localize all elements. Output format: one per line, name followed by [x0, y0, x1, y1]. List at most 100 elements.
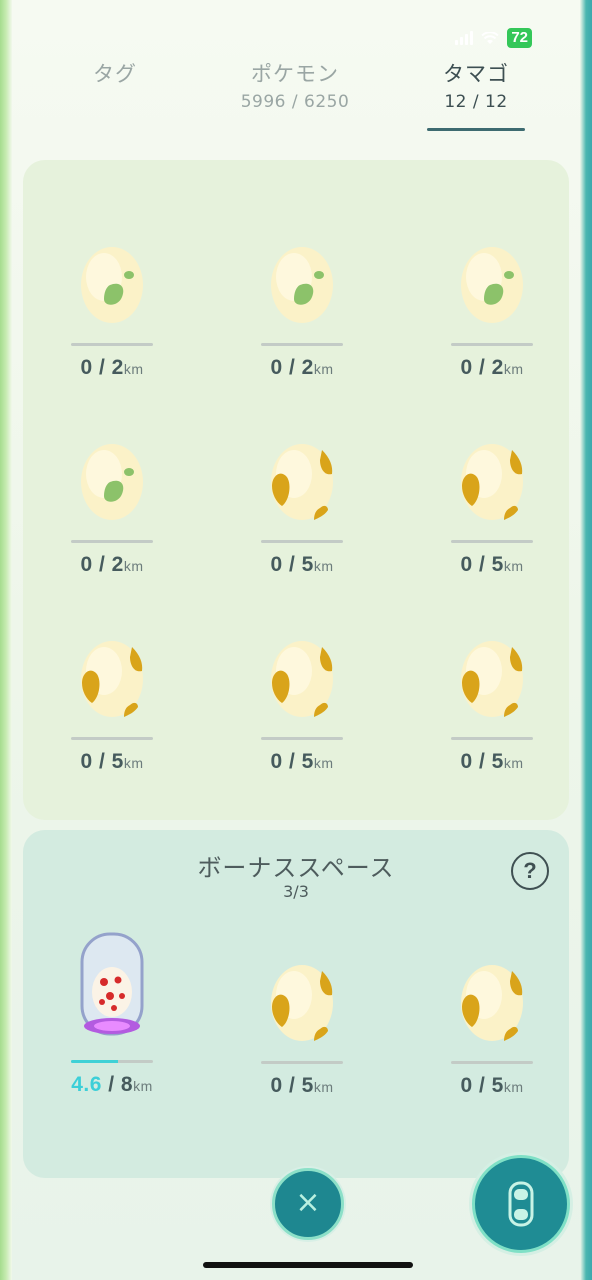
egg-distance: 0 / 2km — [80, 356, 144, 379]
battery-indicator: 72 — [507, 28, 532, 48]
egg-slot[interactable]: 0 / 5km — [432, 963, 552, 1098]
tab-label: タマゴ — [443, 62, 509, 86]
distance-required: 5 — [491, 553, 504, 576]
distance-unit: km — [313, 361, 334, 377]
hatch-progress-bar — [71, 1060, 153, 1063]
distance-required: 5 — [301, 750, 314, 773]
distance-required: 5 — [301, 553, 314, 576]
hatch-progress-fill — [71, 1060, 119, 1063]
tab-eggs[interactable]: タマゴ 12 / 12 — [386, 58, 566, 112]
egg-distance: 0 / 5km — [460, 1074, 524, 1097]
distance-unit: km — [503, 1079, 524, 1095]
egg-grid-panel: 0 / 2km 0 / 2km 0 / 2km 0 / 2km 0 / 5km 0 / 5… — [23, 160, 569, 820]
distance-walked: 0 — [80, 553, 93, 576]
egg-slot[interactable]: 0 / 2km — [242, 245, 362, 380]
distance-unit: km — [123, 361, 144, 377]
distance-required: 8 — [120, 1073, 134, 1096]
distance-required: 5 — [491, 1074, 504, 1097]
distance-walked: 0 — [80, 356, 93, 379]
cellular-signal-icon — [455, 31, 474, 45]
egg-distance: 0 / 5km — [460, 750, 524, 773]
distance-required: 5 — [491, 750, 504, 773]
egg-distance: 0 / 5km — [80, 750, 144, 773]
hatch-progress-bar — [71, 737, 153, 740]
home-indicator — [203, 1262, 413, 1268]
distance-walked: 0 — [460, 750, 473, 773]
egg-slot[interactable]: 0 / 2km — [52, 442, 172, 577]
distance-walked: 4.6 — [71, 1073, 102, 1096]
egg-image — [432, 639, 552, 729]
egg-slot[interactable]: 4.6 / 8km — [52, 930, 172, 1097]
egg-image — [52, 442, 172, 532]
tab-tags[interactable]: タグ — [25, 58, 205, 88]
distance-required: 2 — [111, 553, 124, 576]
distance-unit: km — [313, 558, 334, 574]
hatch-progress-bar — [71, 343, 153, 346]
tab-bar: タグ ポケモン 5996 / 6250 タマゴ 12 / 12 — [12, 58, 580, 138]
status-bar: 72 — [455, 28, 532, 48]
distance-required: 5 — [301, 1074, 314, 1097]
egg-image — [242, 245, 362, 335]
egg-distance: 0 / 2km — [460, 356, 524, 379]
distance-walked: 0 — [270, 356, 283, 379]
distance-required: 2 — [111, 356, 124, 379]
egg-slot[interactable]: 0 / 5km — [242, 963, 362, 1098]
distance-walked: 0 — [270, 553, 283, 576]
egg-slot[interactable]: 0 / 5km — [242, 639, 362, 774]
egg-slot[interactable]: 0 / 5km — [432, 639, 552, 774]
egg-slot[interactable]: 0 / 5km — [432, 442, 552, 577]
egg-distance: 0 / 2km — [80, 553, 144, 576]
tab-pokemon[interactable]: ポケモン 5996 / 6250 — [205, 58, 385, 112]
tab-count: 12 / 12 — [444, 92, 508, 112]
hatch-progress-bar — [261, 1061, 343, 1064]
egg-image — [52, 639, 172, 729]
distance-unit: km — [313, 1079, 334, 1095]
hatch-progress-bar — [71, 540, 153, 543]
distance-unit: km — [133, 1078, 153, 1094]
egg-slot[interactable]: 0 / 5km — [52, 639, 172, 774]
bonus-space-title: ボーナススペース — [197, 854, 395, 882]
distance-unit: km — [503, 361, 524, 377]
tab-label: タグ — [93, 62, 137, 86]
egg-slot[interactable]: 0 / 2km — [52, 245, 172, 380]
egg-distance: 0 / 5km — [270, 1074, 334, 1097]
distance-unit: km — [313, 755, 334, 771]
incubator-icon — [508, 1181, 534, 1227]
hatch-progress-bar — [261, 540, 343, 543]
incubator-button[interactable] — [472, 1155, 570, 1253]
egg-slot[interactable]: 0 / 5km — [242, 442, 362, 577]
egg-storage-screen: 72 タグ ポケモン 5996 / 6250 タマゴ 12 / 12 0 / 2… — [12, 0, 580, 1280]
egg-distance: 0 / 5km — [270, 553, 334, 576]
egg-distance: 0 / 5km — [460, 553, 524, 576]
egg-image — [432, 963, 552, 1053]
distance-unit: km — [503, 755, 524, 771]
egg-image — [242, 639, 362, 729]
tab-count: 5996 / 6250 — [240, 92, 350, 112]
distance-unit: km — [123, 558, 144, 574]
distance-unit: km — [503, 558, 524, 574]
distance-required: 2 — [491, 356, 504, 379]
distance-unit: km — [123, 755, 144, 771]
hatch-progress-bar — [451, 1061, 533, 1064]
egg-distance: 4.6 / 8km — [71, 1073, 153, 1096]
hatch-progress-bar — [261, 737, 343, 740]
hatch-progress-bar — [261, 343, 343, 346]
help-button[interactable]: ? — [511, 852, 549, 890]
egg-distance: 0 / 5km — [270, 750, 334, 773]
egg-image — [242, 442, 362, 532]
egg-slot[interactable]: 0 / 2km — [432, 245, 552, 380]
distance-walked: 0 — [460, 356, 473, 379]
egg-image — [432, 442, 552, 532]
wifi-icon — [481, 31, 500, 44]
distance-required: 2 — [301, 356, 314, 379]
bonus-space-panel: ボーナススペース 3/3 ? 4.6 / 8km 0 / 5km 0 / 5km — [23, 830, 569, 1178]
hatch-progress-bar — [451, 343, 533, 346]
close-button[interactable]: × — [272, 1168, 344, 1240]
distance-walked: 0 — [270, 1074, 283, 1097]
distance-walked: 0 — [270, 750, 283, 773]
egg-distance: 0 / 2km — [270, 356, 334, 379]
distance-required: 5 — [111, 750, 124, 773]
bonus-space-count: 3/3 — [283, 882, 309, 901]
egg-image — [52, 245, 172, 335]
egg-image — [242, 963, 362, 1053]
